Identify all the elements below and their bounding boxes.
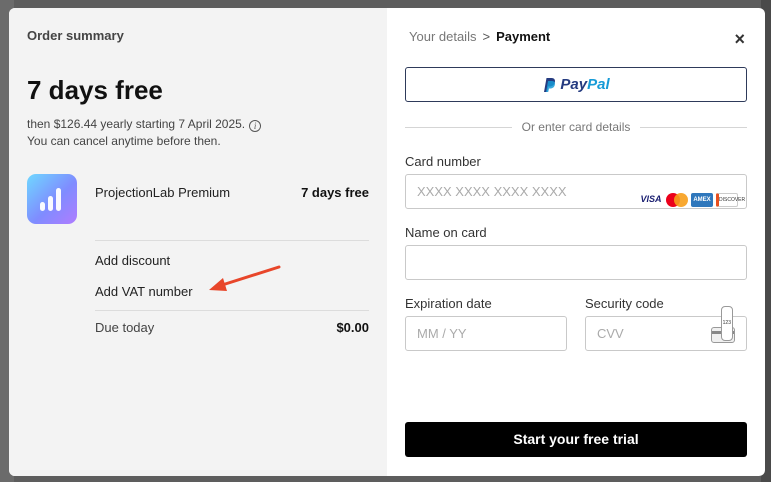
payment-panel: Your details > Payment × PayPal Or enter c… [387,8,765,476]
expiration-date-input[interactable]: MM / YY [405,316,567,351]
breadcrumb-payment: Payment [496,29,551,44]
bar-chart-icon [27,174,77,224]
close-button[interactable]: × [734,30,745,48]
add-vat-number-link[interactable]: Add VAT number [95,284,193,299]
card-number-placeholder: XXXX XXXX XXXX XXXX [417,184,567,199]
cvv-card-icon: 123 [711,306,735,343]
checkout-modal: Order summary 7 days free then $126.44 y… [9,8,765,476]
card-brand-logos: VISA AMEX DISCOVER [639,183,745,216]
product-name: ProjectionLab Premium [95,185,231,200]
breadcrumb-separator: > [482,29,491,44]
order-summary-panel: Order summary 7 days free then $126.44 y… [9,8,387,476]
add-discount-link[interactable]: Add discount [95,253,170,268]
trial-terms: then $126.44 yearly starting 7 April 202… [27,116,369,150]
expiration-placeholder: MM / YY [417,326,467,341]
paypal-button[interactable]: PayPal [405,67,747,102]
card-number-input[interactable]: XXXX XXXX XXXX XXXX VISA AMEX DISCOVER [405,174,747,209]
amex-icon: AMEX [691,192,713,207]
mastercard-icon [666,192,688,207]
or-divider: Or enter card details [405,120,747,134]
order-summary-title: Order summary [27,28,124,43]
due-today-label: Due today [95,320,155,335]
product-price: 7 days free [301,185,369,200]
or-enter-card-text: Or enter card details [521,120,631,134]
paypal-wordmark: PayPal [560,76,610,93]
product-row: ProjectionLab Premium 7 days free [27,174,369,224]
security-code-label: Security code [585,296,664,311]
name-on-card-input[interactable] [405,245,747,280]
due-today-amount: $0.00 [336,320,369,335]
expiration-date-label: Expiration date [405,296,492,311]
divider [95,310,369,311]
start-free-trial-button[interactable]: Start your free trial [405,422,747,457]
discover-icon: DISCOVER [716,192,745,207]
breadcrumb: Your details > Payment [409,29,550,44]
visa-icon: VISA [640,194,662,204]
arrow-annotation-icon [209,265,281,291]
trial-headline: 7 days free [27,75,163,105]
name-on-card-label: Name on card [405,225,487,240]
card-number-label: Card number [405,154,481,169]
divider [95,240,369,241]
cvv-placeholder: CVV [597,326,624,341]
info-icon[interactable]: i [249,120,262,132]
trial-terms-line-2: You can cancel anytime before then. [27,134,221,148]
breadcrumb-your-details[interactable]: Your details [409,29,476,44]
paypal-icon [544,77,556,92]
security-code-input[interactable]: CVV 123 [585,306,747,351]
trial-terms-line-1: then $126.44 yearly starting 7 April 202… [27,117,246,131]
